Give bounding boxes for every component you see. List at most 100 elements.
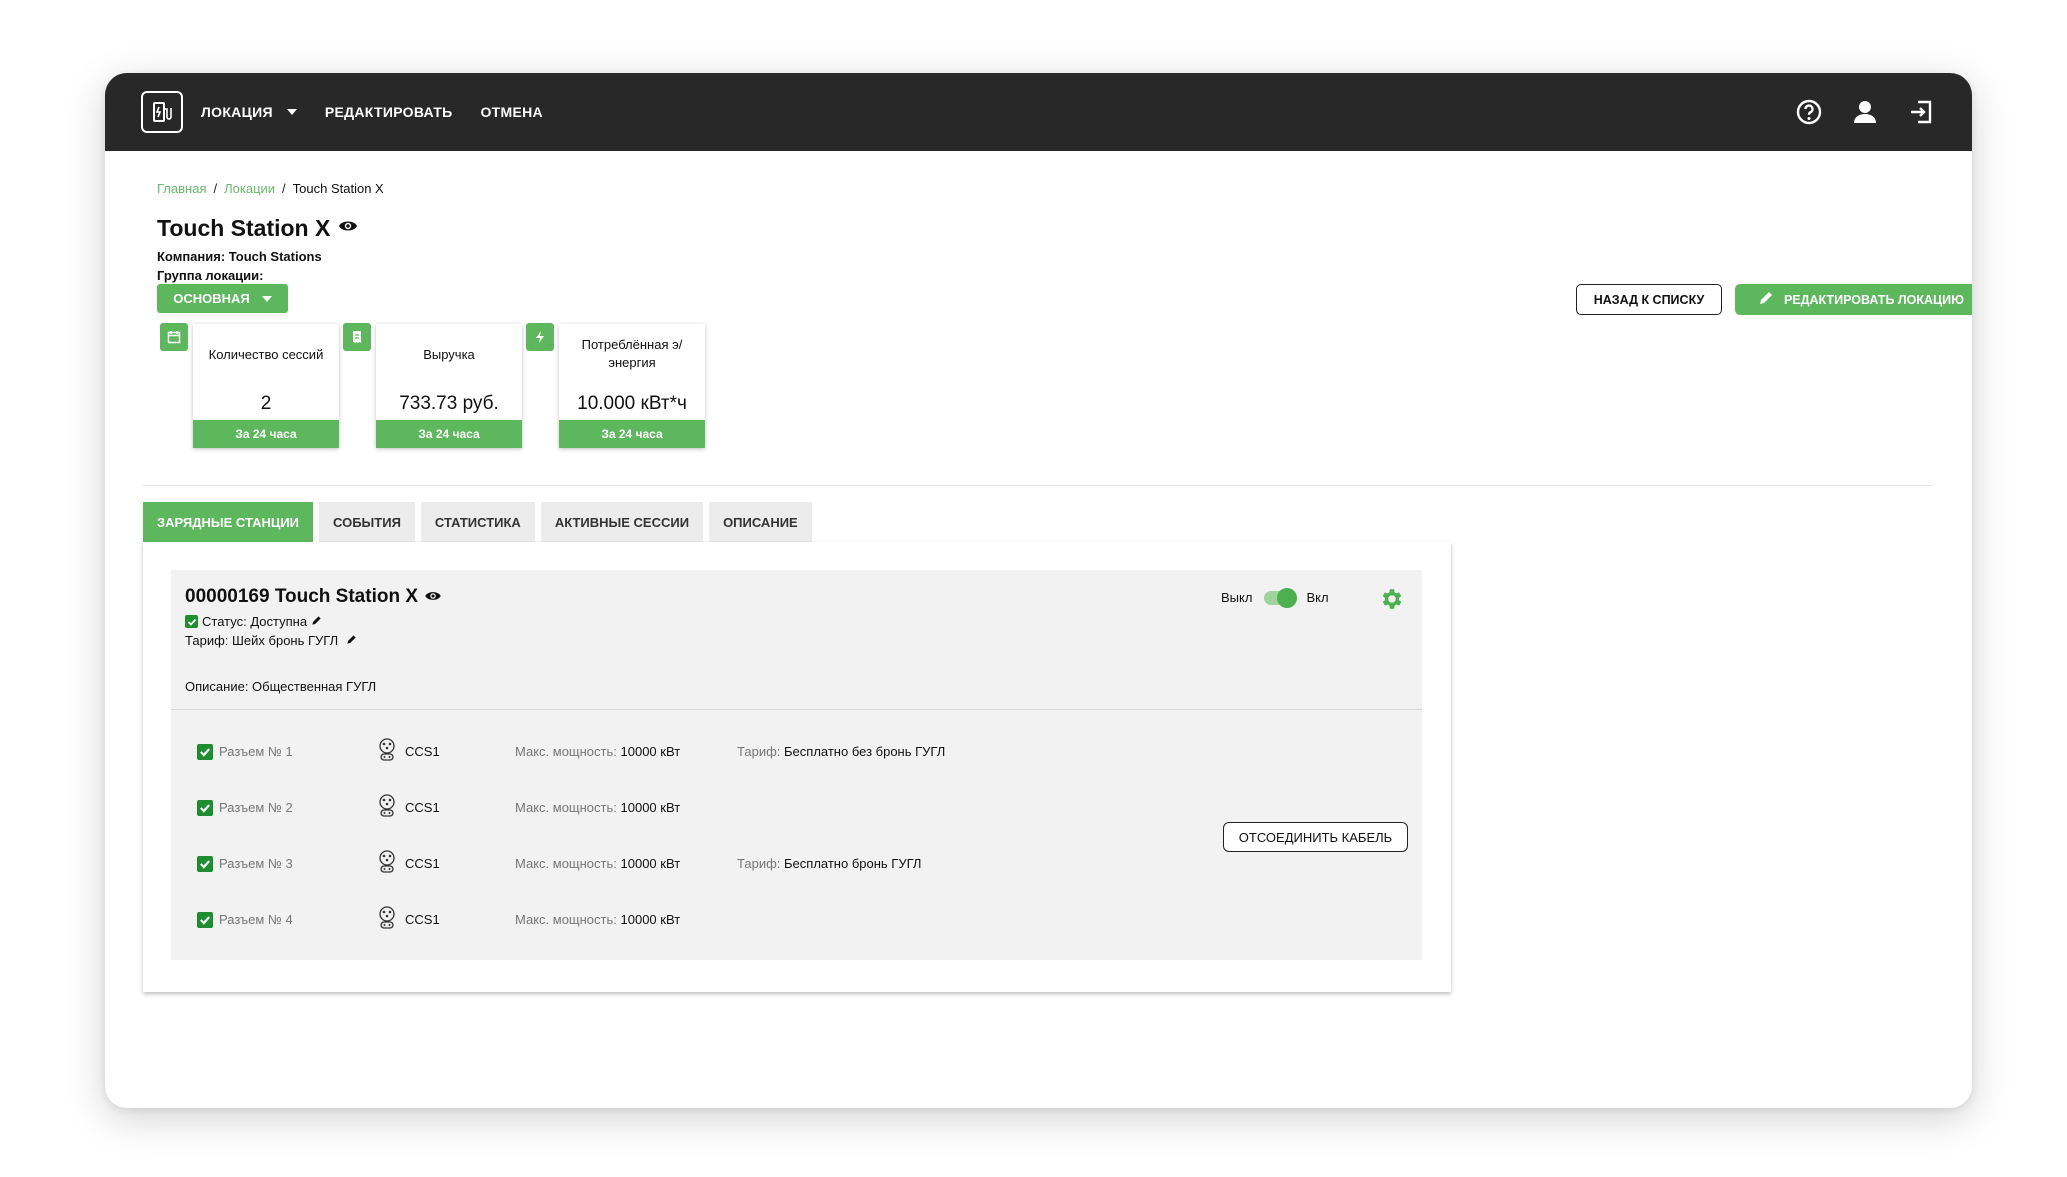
connector-row: Разъем № 1 CCS1 Макс. мощность: 10000 кВ… [197, 738, 945, 765]
power-value: 10000 кВт [620, 744, 681, 759]
station-header: 00000169 Touch Station X Статус: Доступн… [171, 570, 1422, 710]
stat-value: 733.73 руб. [399, 393, 499, 414]
menu-location-label: ЛОКАЦИЯ [201, 104, 273, 120]
connector-type: CCS1 [405, 912, 440, 927]
power-label: Макс. мощность: [515, 744, 617, 759]
stat-card-revenue: Выручка 733.73 руб. За 24 часа [376, 324, 522, 448]
stat-label: Количество сессий [208, 347, 324, 362]
power-value: 10000 кВт [620, 912, 681, 927]
checkbox[interactable] [197, 743, 213, 760]
stat-value: 2 [260, 393, 272, 414]
gear-icon[interactable] [1379, 586, 1405, 617]
tab-events[interactable]: СОБЫТИЯ [319, 502, 415, 542]
user-icon[interactable] [1850, 97, 1880, 127]
stat-period: За 24 часа [559, 420, 705, 448]
chevron-down-icon [261, 295, 272, 302]
tab-panel: 00000169 Touch Station X Статус: Доступн… [143, 542, 1451, 992]
toggle-on-label: Вкл [1306, 590, 1329, 605]
power-value: 10000 кВт [620, 800, 681, 815]
connector-name: Разъем № 4 [219, 912, 293, 927]
tab-statistics[interactable]: СТАТИСТИКА [420, 502, 535, 542]
tab-bar: ЗАРЯДНЫЕ СТАНЦИИ СОБЫТИЯ СТАТИСТИКА АКТИ… [143, 502, 812, 542]
edit-status-pencil-icon[interactable] [311, 614, 322, 629]
pencil-icon [1758, 290, 1774, 309]
company-label: Компания: Touch Stations [157, 249, 322, 264]
connector-type: CCS1 [405, 800, 440, 815]
page-title: Touch Station X [157, 215, 331, 241]
menu-location[interactable]: ЛОКАЦИЯ [201, 104, 297, 120]
power-value: 10000 кВт [620, 856, 681, 871]
menu-cancel-label: ОТМЕНА [480, 104, 543, 120]
eye-icon[interactable] [338, 219, 358, 238]
toggle-knob [1277, 587, 1298, 608]
tariff-value: Бесплатно без бронь ГУГЛ [784, 744, 946, 759]
stat-period: За 24 часа [376, 420, 522, 448]
tariff-value: Бесплатно бронь ГУГЛ [784, 856, 922, 871]
station-tariff: Тариф: Шейх бронь ГУГЛ [185, 633, 339, 648]
stat-value: 10.000 кВт*ч [577, 393, 687, 414]
power-label: Макс. мощность: [515, 856, 617, 871]
stat-label: Выручка [423, 347, 475, 362]
checkbox[interactable] [197, 855, 213, 872]
group-label: Группа локации: [157, 268, 264, 283]
connector-plug-icon [377, 906, 397, 933]
back-to-list-label: НАЗАД К СПИСКУ [1593, 292, 1705, 307]
stat-card-energy: Потреблённая э/энергия 10.000 кВт*ч За 2… [559, 324, 705, 448]
chevron-down-icon [286, 109, 297, 115]
connector-plug-icon [377, 850, 397, 877]
check-icon [185, 615, 198, 628]
stat-label: Потреблённая э/энергия [581, 337, 683, 370]
logout-icon[interactable] [1906, 97, 1936, 127]
checkbox[interactable] [197, 799, 213, 816]
menu-cancel[interactable]: ОТМЕНА [480, 104, 542, 120]
toggle-off-label: Выкл [1221, 590, 1253, 605]
connector-row: Разъем № 4 CCS1 Макс. мощность: 10000 кВ… [197, 906, 737, 933]
checkbox[interactable] [197, 911, 213, 928]
connector-name: Разъем № 3 [219, 856, 293, 871]
breadcrumb-current: Touch Station X [292, 181, 384, 196]
lightning-icon [526, 323, 554, 351]
disconnect-cable-button[interactable]: ОТСОЕДИНИТЬ КАБЕЛЬ [1223, 822, 1408, 852]
stat-card-sessions: Количество сессий 2 За 24 часа [193, 324, 339, 448]
tab-active-sessions[interactable]: АКТИВНЫЕ СЕССИИ [540, 502, 704, 542]
app-window: ЛОКАЦИЯ РЕДАКТИРОВАТЬ ОТМЕНА Главная / Лок… [105, 73, 1972, 1108]
page-content: Главная / Локации / Touch Station X Touch St… [143, 151, 1972, 1108]
station-status: Статус: Доступна [202, 614, 308, 629]
connector-row: Разъем № 3 CCS1 Макс. мощность: 10000 кВ… [197, 850, 921, 877]
power-label: Макс. мощность: [515, 912, 617, 927]
eye-icon[interactable] [424, 586, 442, 608]
tariff-label: Тариф: [737, 856, 781, 871]
connector-name: Разъем № 1 [219, 744, 293, 759]
connector-row: Разъем № 2 CCS1 Макс. мощность: 10000 кВ… [197, 794, 737, 821]
tariff-label: Тариф: [737, 744, 781, 759]
connector-type: CCS1 [405, 744, 440, 759]
breadcrumb-locations[interactable]: Локации [224, 181, 275, 196]
logo-icon[interactable] [141, 91, 183, 133]
edit-location-button[interactable]: РЕДАКТИРОВАТЬ ЛОКАЦИЮ [1735, 284, 1972, 315]
connector-type: CCS1 [405, 856, 440, 871]
calendar-icon [160, 323, 188, 351]
station-card: 00000169 Touch Station X Статус: Доступн… [171, 570, 1422, 960]
station-description: Описание: Общественная ГУГЛ [185, 679, 377, 694]
tab-charging-stations[interactable]: ЗАРЯДНЫЕ СТАНЦИИ [143, 502, 314, 542]
power-toggle-group: Выкл Вкл [1221, 587, 1329, 608]
stat-period: За 24 часа [193, 420, 339, 448]
breadcrumb: Главная / Локации / Touch Station X [157, 181, 384, 196]
menu-edit[interactable]: РЕДАКТИРОВАТЬ [325, 104, 453, 120]
help-icon[interactable] [1794, 97, 1824, 127]
power-label: Макс. мощность: [515, 800, 617, 815]
group-dropdown[interactable]: ОСНОВНАЯ [157, 284, 288, 313]
connector-plug-icon [377, 794, 397, 821]
breadcrumb-home[interactable]: Главная [157, 181, 206, 196]
tab-description[interactable]: ОПИСАНИЕ [709, 502, 812, 542]
group-dropdown-label: ОСНОВНАЯ [173, 291, 250, 306]
top-navbar: ЛОКАЦИЯ РЕДАКТИРОВАТЬ ОТМЕНА [105, 73, 1972, 151]
power-toggle[interactable] [1264, 587, 1298, 608]
edit-location-label: РЕДАКТИРОВАТЬ ЛОКАЦИЮ [1783, 292, 1965, 307]
disconnect-cable-label: ОТСОЕДИНИТЬ КАБЕЛЬ [1238, 829, 1393, 845]
back-to-list-button[interactable]: НАЗАД К СПИСКУ [1576, 284, 1722, 315]
edit-tariff-pencil-icon[interactable] [346, 633, 357, 648]
section-divider [143, 485, 1932, 486]
receipt-icon [343, 323, 371, 351]
connector-plug-icon [377, 738, 397, 765]
